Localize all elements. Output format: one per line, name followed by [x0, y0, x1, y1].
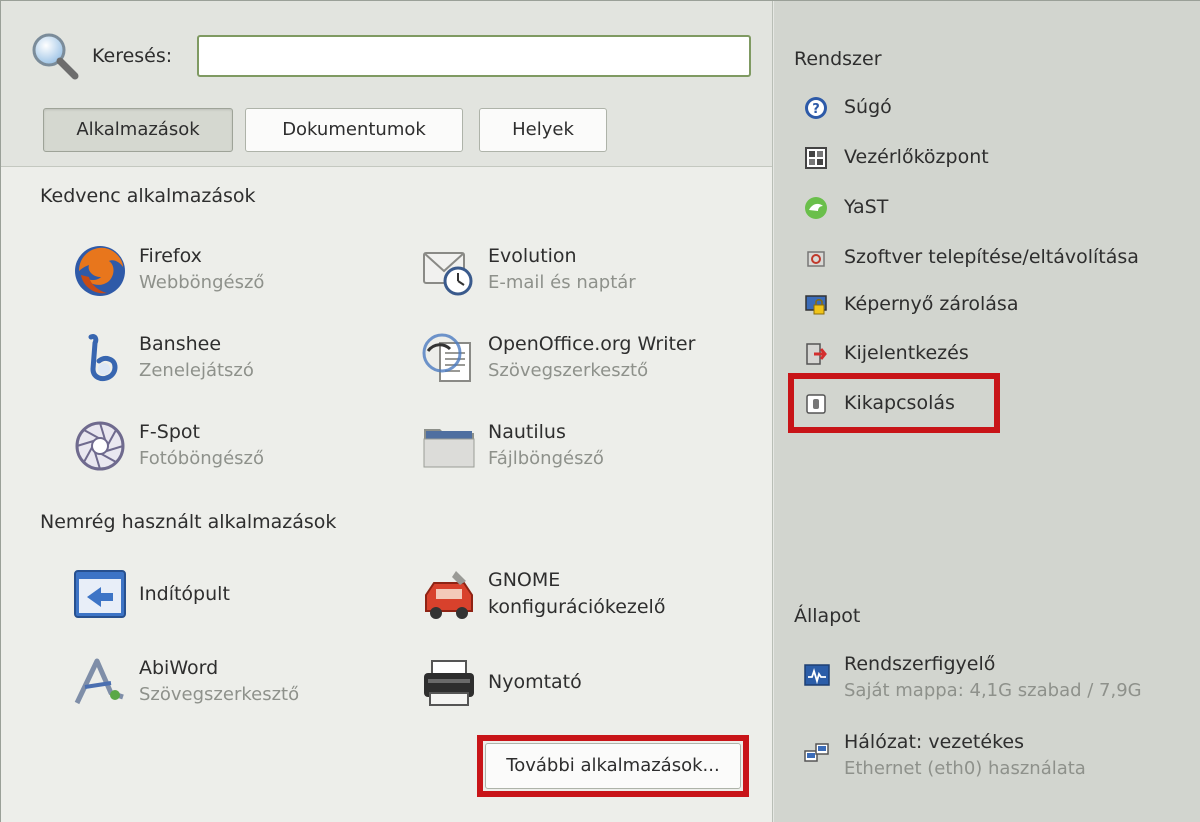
- app-description: Webböngésző: [139, 272, 265, 293]
- system-item-label: Vezérlőközpont: [844, 146, 989, 168]
- recent-title: Nemrég használt alkalmazások: [40, 511, 337, 533]
- svg-text:?: ?: [812, 102, 820, 117]
- system-item-label: Szoftver telepítése/eltávolítása: [844, 246, 1139, 268]
- lock-screen-icon: [805, 295, 827, 315]
- status-title: Állapot: [794, 605, 861, 627]
- search-and-tabs-area: Keresés: Alkalmazások Dokumentumok Helye…: [1, 1, 772, 167]
- app-name: Banshee: [139, 333, 222, 355]
- app-description: E-mail és naptár: [488, 272, 636, 293]
- network-icon: [804, 743, 829, 762]
- system-monitor-icon: [804, 664, 830, 686]
- app-gconf-editor[interactable]: GNOME konfigurációkezelő: [420, 563, 740, 627]
- app-name: GNOME: [488, 569, 561, 591]
- tab-applications[interactable]: Alkalmazások: [43, 108, 233, 152]
- app-openoffice-writer[interactable]: OpenOffice.org Writer Szövegszerkesztő: [420, 327, 760, 391]
- tab-documents[interactable]: Dokumentumok: [245, 108, 463, 152]
- app-description: Szövegszerkesztő: [139, 684, 300, 705]
- firefox-icon: [75, 246, 125, 296]
- app-fspot[interactable]: F-Spot Fotóböngésző: [71, 415, 371, 479]
- control-center-icon: [805, 147, 827, 169]
- app-name: Nyomtató: [488, 671, 582, 693]
- system-item-label: Súgó: [844, 96, 892, 118]
- app-name: Firefox: [139, 245, 202, 267]
- app-name: AbiWord: [139, 657, 219, 679]
- app-banshee[interactable]: Banshee Zenelejátszó: [71, 327, 371, 391]
- app-description: Fotóböngésző: [139, 448, 264, 469]
- writer-icon: [422, 333, 471, 382]
- banshee-icon: [88, 334, 118, 382]
- applications-panel: Keresés: Alkalmazások Dokumentumok Helye…: [1, 1, 773, 822]
- app-name: Nautilus: [488, 421, 566, 443]
- search-input[interactable]: [197, 35, 751, 77]
- highlight-more-applications: [477, 735, 749, 797]
- yast-icon: [805, 197, 827, 219]
- evolution-icon: [423, 252, 473, 296]
- abiword-icon: [74, 658, 124, 705]
- printer-icon: [424, 660, 474, 706]
- app-printer[interactable]: Nyomtató: [420, 651, 720, 715]
- app-firefox[interactable]: Firefox Webböngésző: [71, 239, 371, 303]
- search-label: Keresés:: [92, 45, 173, 67]
- system-item-label: Képernyő zárolása: [844, 293, 1019, 315]
- system-item-label: Kijelentkezés: [844, 342, 969, 364]
- highlight-shutdown: [788, 373, 1000, 433]
- logout-icon: [806, 343, 827, 365]
- app-description: Fájlböngésző: [488, 448, 604, 469]
- app-description: Zenelejátszó: [139, 360, 254, 381]
- status-item-detail: Ethernet (eth0) használata: [844, 758, 1086, 779]
- favorites-title: Kedvenc alkalmazások: [40, 185, 256, 207]
- app-evolution[interactable]: Evolution E-mail és naptár: [420, 239, 740, 303]
- help-icon: ?: [805, 97, 827, 119]
- app-description: Szövegszerkesztő: [488, 360, 649, 381]
- system-title: Rendszer: [794, 48, 882, 70]
- fspot-icon: [75, 421, 125, 471]
- app-name: F-Spot: [139, 421, 200, 443]
- system-panel: Rendszer ? Súgó Vezérlőközpont YaST Szof…: [774, 1, 1200, 822]
- status-item-detail: Saját mappa: 4,1G szabad / 7,9G: [844, 680, 1142, 701]
- tab-places[interactable]: Helyek: [479, 108, 607, 152]
- launcher-icon: [74, 570, 126, 618]
- app-nautilus[interactable]: Nautilus Fájlböngésző: [420, 415, 720, 479]
- software-icon: [807, 251, 825, 267]
- system-item-label: YaST: [844, 196, 889, 218]
- app-name: Evolution: [488, 245, 577, 267]
- search-icon: [32, 33, 79, 80]
- app-name: OpenOffice.org Writer: [488, 333, 696, 355]
- status-item-label: Hálózat: vezetékes: [844, 731, 1024, 753]
- status-item-label: Rendszerfigyelő: [844, 653, 996, 675]
- app-name-line2: konfigurációkezelő: [488, 596, 666, 618]
- app-name: Indítópult: [139, 583, 230, 605]
- gconf-icon: [425, 571, 473, 619]
- app-launcher[interactable]: Indítópult: [71, 563, 371, 627]
- folder-icon: [423, 429, 475, 468]
- app-abiword[interactable]: AbiWord Szövegszerkesztő: [71, 651, 371, 715]
